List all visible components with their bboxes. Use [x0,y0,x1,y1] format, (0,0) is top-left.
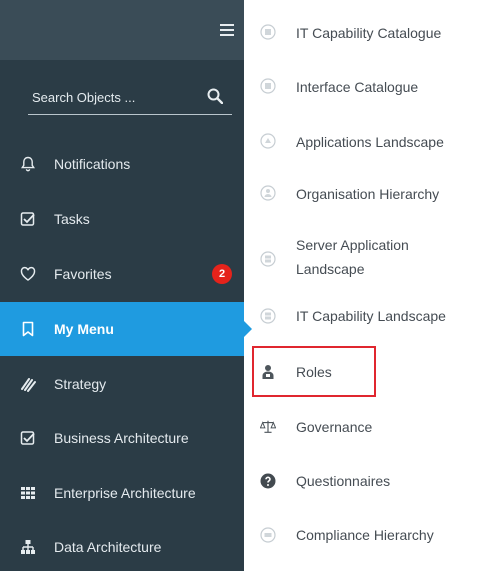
sidebar-item-label: Favorites [54,266,112,282]
sidebar-item-label: Strategy [54,376,107,392]
submenu-item-label: IT Capability Landscape [296,308,446,324]
submenu-item-label: Governance [296,419,373,435]
sidebar-item-notifications[interactable]: Notifications [0,137,244,191]
sidebar-header [0,0,244,60]
sidebar-item-label: Business Architecture [54,430,189,446]
app-window: Search Objects ... Notifications Tasks F… [0,0,487,571]
sidebar-item-label: Data Architecture [54,539,162,555]
my-menu-submenu: IT Capability Catalogue Interface Catalo… [252,0,487,571]
circle-server-icon [260,308,276,324]
sidebar-item-tasks[interactable]: Tasks [0,192,244,246]
circle-people-icon [260,185,276,201]
sidebar-item-strategy[interactable]: Strategy [0,357,244,411]
submenu-item-label: Compliance Hierarchy [296,527,434,543]
submenu-item-governance[interactable]: Governance [252,414,487,442]
sidebar-item-enterprise-architecture[interactable]: Enterprise Architecture [0,466,244,520]
sidebar-item-business-architecture[interactable]: Business Architecture [0,411,244,465]
scales-icon [260,420,276,433]
circle-grid-icon [260,24,276,40]
hamburger-menu-icon[interactable] [220,24,234,36]
sidebar: Search Objects ... Notifications Tasks F… [0,0,252,574]
submenu-item-applications-landscape[interactable]: Applications Landscape [252,129,487,157]
heart-icon [20,266,36,281]
question-circle-icon [260,473,276,489]
submenu-item-label: Server Application Landscape [296,237,409,277]
submenu-item-server-application-landscape[interactable]: Server Application Landscape [252,231,487,285]
submenu-item-label: Questionnaires [296,473,391,489]
submenu-item-interface-catalogue[interactable]: Interface Catalogue [252,74,487,102]
sitemap-icon [21,540,35,554]
roles-highlight-box [252,346,376,397]
circle-apps-icon [260,133,276,149]
submenu-item-it-capability-catalogue[interactable]: IT Capability Catalogue [252,20,487,48]
checkbox-icon [20,212,35,226]
grid-icon [21,487,35,499]
search-input[interactable]: Search Objects ... [28,80,232,115]
checkbox-icon [20,431,35,445]
circle-server-icon [260,251,276,267]
submenu-item-label: Interface Catalogue [296,79,419,95]
submenu-item-label: IT Capability Catalogue [296,25,442,41]
sidebar-item-label: Enterprise Architecture [54,485,196,501]
circle-list-icon [260,527,276,543]
submenu-item-organisation-hierarchy[interactable]: Organisation Hierarchy [252,181,487,209]
submenu-item-it-capability-landscape[interactable]: IT Capability Landscape [252,303,487,331]
sidebar-item-label: My Menu [54,321,114,337]
sidebar-item-label: Notifications [54,156,131,172]
submenu-item-label: Organisation Hierarchy [296,186,440,202]
sidebar-item-my-menu[interactable]: My Menu [0,302,252,356]
strategy-icon [21,378,36,392]
submenu-item-compliance-hierarchy[interactable]: Compliance Hierarchy [252,522,487,550]
sidebar-item-data-architecture[interactable]: Data Architecture [0,520,244,574]
circle-grid-icon [260,78,276,94]
bookmark-icon [22,321,34,337]
submenu-item-label: Applications Landscape [296,134,444,150]
favorites-count-badge: 2 [212,264,232,284]
bell-icon [21,156,35,172]
sidebar-item-favorites[interactable]: Favorites 2 [0,247,244,301]
search-placeholder: Search Objects ... [32,90,136,105]
submenu-item-questionnaires[interactable]: Questionnaires [252,468,487,496]
search-icon[interactable] [207,88,223,104]
sidebar-item-label: Tasks [54,211,90,227]
